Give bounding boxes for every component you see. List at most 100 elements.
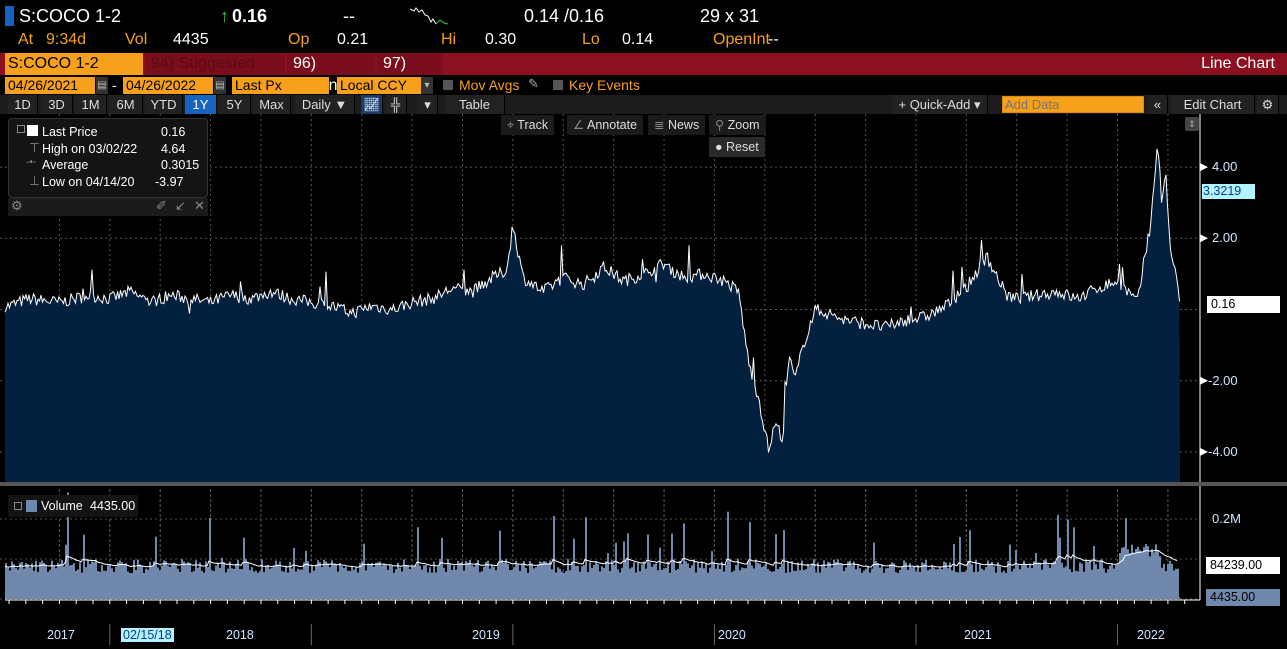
volume-bar [979,564,981,599]
volume-bar [621,567,623,599]
volume-bar [59,563,61,599]
annotate-button[interactable]: ∠ Annotate [567,115,644,135]
price-legend[interactable]: Last Price 0.16 ⊤ High on 03/02/22 4.64 … [8,118,208,198]
volume-bar [447,559,449,599]
volume-bar [1153,552,1155,599]
volume-bar [1001,572,1003,599]
edit-chart-button[interactable]: Edit Chart [1171,95,1255,114]
table-button[interactable]: Table [445,95,505,114]
volume-bar [733,570,735,599]
volume-bar [347,570,349,599]
volume-bar [15,568,17,599]
calendar-icon[interactable]: ▤ [214,77,226,94]
volume-bar [415,564,417,599]
volume-bar [489,568,491,599]
volume-bar [535,567,537,599]
volume-bar [601,566,603,599]
bid-ask-size: 29 x 31 [700,6,760,26]
volume-bar [833,559,835,599]
lo-label: Lo [582,31,600,48]
end-date-input[interactable]: 04/26/2022 [123,77,213,94]
volume-bar [961,571,963,599]
volume-bar [775,534,777,599]
volume-bar [481,571,483,599]
calendar-icon[interactable]: ▤ [96,77,108,94]
volume-bar [1043,559,1045,599]
volume-bar [971,564,973,599]
collapse-icon[interactable] [17,125,25,133]
volume-bar [155,536,157,599]
volume-bar [213,570,215,599]
period-max[interactable]: Max [253,95,291,114]
news-button[interactable]: ≣ News [648,115,706,135]
gear-icon[interactable]: ⚙ [11,198,23,214]
volume-bar [767,568,769,599]
reset-button[interactable]: ● Reset [709,137,765,157]
zoom-button[interactable]: ⚲ Zoom [709,115,766,135]
actions-button[interactable]: 96) Actions ▾ [287,53,375,94]
mov-avgs-checkbox[interactable] [443,80,453,90]
volume-bar [815,572,817,599]
start-date-input[interactable]: 04/26/2021 [5,77,95,94]
volume-bar [331,560,333,599]
dock-icon[interactable]: ↙ [175,198,186,214]
gear-icon[interactable]: ⚙ [1257,95,1279,114]
marker-value-tag: 3.3219 [1202,184,1256,199]
volume-bar [341,565,343,599]
scale-toggle-icon[interactable]: ⇕ [1185,117,1199,131]
volume-bar [1029,563,1031,599]
pin-icon[interactable]: ✐ [156,198,167,214]
volume-bar [39,562,41,599]
mov-avgs-label[interactable]: Mov Avgs [459,77,519,93]
chevron-down-icon[interactable]: ▾ [418,95,438,114]
add-data-input[interactable] [1002,96,1144,113]
volume-bar [165,561,167,599]
y-tick-marker [1200,376,1208,385]
volume-bar [299,569,301,599]
currency-select[interactable]: Local CCY [337,77,421,94]
volume-bar [409,569,411,599]
volume-bar [957,572,959,599]
line-chart-icon[interactable]: 📈︎ [361,95,383,114]
period-ytd[interactable]: YTD [145,95,183,114]
volume-bar [917,564,919,599]
volume-bar [955,571,957,599]
volume-bar [1121,547,1123,599]
security-field[interactable]: S:COCO 1-2 Comdty [5,53,143,94]
period-3d[interactable]: 3D [41,95,73,114]
frequency-select[interactable]: Daily ▼ [295,95,355,114]
volume-bar [183,561,185,599]
bar-chart-icon[interactable]: ╬ [385,95,407,114]
expand-icon[interactable] [14,502,22,510]
edit-button[interactable]: 97) Edit ▾ [377,53,442,94]
collapse-icon[interactable]: « [1148,95,1168,114]
y-tick-label: 2.00 [1212,230,1238,245]
period-1m[interactable]: 1M [75,95,107,114]
volume-bar [421,569,423,599]
volume-bar [357,572,359,599]
op-label: Op [288,31,310,48]
volume-bar [721,562,723,599]
volume-bar [611,560,613,599]
volume-bar [315,565,317,599]
volume-bar [545,561,547,599]
period-1d[interactable]: 1D [8,95,38,114]
suggested-charts-button[interactable]: 94) Suggested Charts [145,53,285,94]
period-5y[interactable]: 5Y [219,95,251,114]
chevron-down-icon[interactable]: ▾ [421,77,433,94]
volume-bar [867,565,869,599]
pencil-icon[interactable]: ✎ [528,76,539,92]
close-icon[interactable]: ✕ [194,198,205,214]
volume-legend[interactable]: Volume 4435.00 [8,495,138,517]
field-select[interactable]: Last Px [232,77,329,94]
period-6m[interactable]: 6M [109,95,143,114]
volume-bar [795,571,797,599]
quick-add-button[interactable]: + Quick-Add ▾ [892,95,988,114]
volume-bar [395,569,397,599]
volume-bar [479,572,481,599]
key-events-label[interactable]: Key Events [569,77,640,93]
key-events-checkbox[interactable] [553,80,563,90]
track-button[interactable]: ⌖ Track [501,115,555,135]
volume-bar [1099,560,1101,599]
period-1y[interactable]: 1Y [185,95,217,114]
